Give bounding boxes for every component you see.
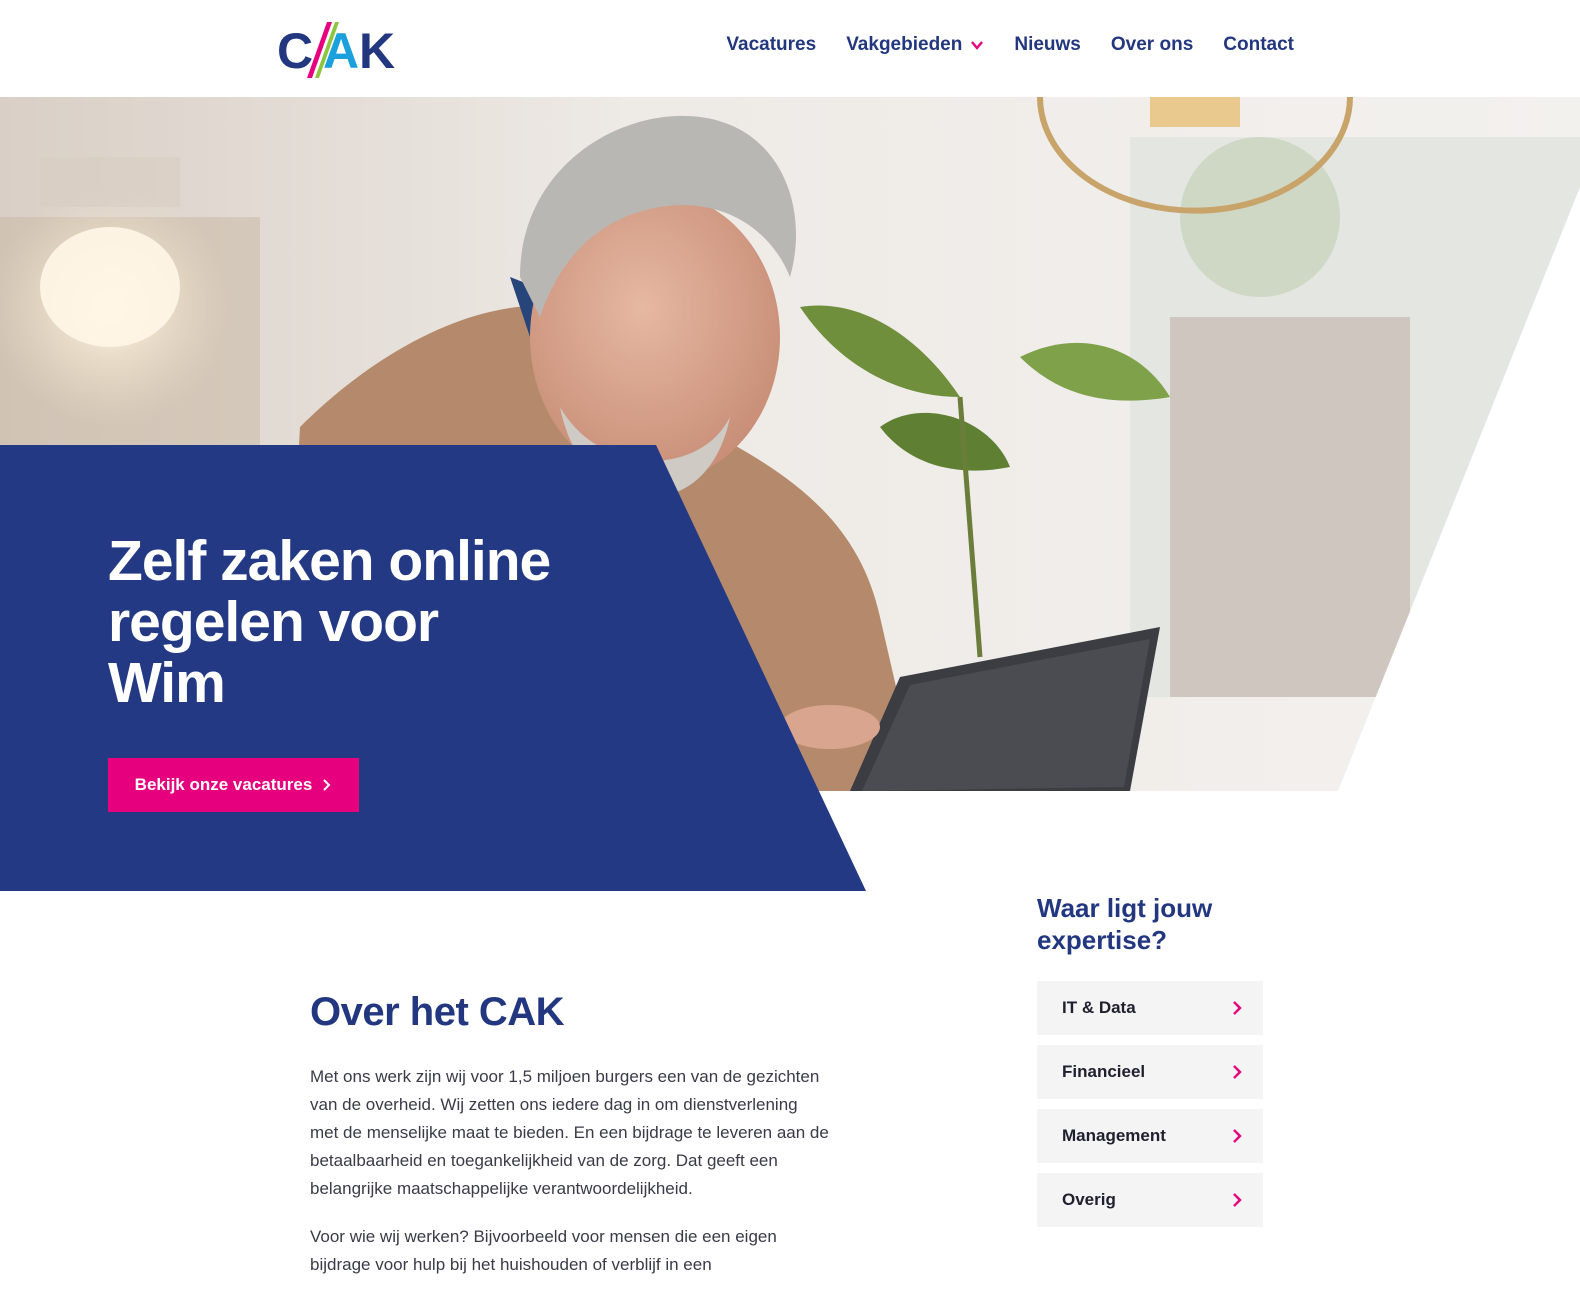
chevron-right-icon: [1233, 1065, 1242, 1079]
nav-item-nieuws[interactable]: Nieuws: [1014, 34, 1081, 56]
hero-section: Zelf zaken online regelen voor Wim Bekij…: [0, 97, 1580, 892]
expertise-label: IT & Data: [1062, 998, 1136, 1017]
expertise-item-overig[interactable]: Overig: [1037, 1173, 1263, 1227]
expertise-panel: Waar ligt jouw expertise? IT & Data Fina…: [1037, 892, 1263, 1237]
cak-logo-mark: C A K: [277, 22, 395, 79]
about-heading: Over het CAK: [310, 990, 565, 1034]
expertise-heading: Waar ligt jouw expertise?: [1037, 893, 1213, 955]
expertise-item-it-data[interactable]: IT & Data: [1037, 981, 1263, 1035]
chevron-right-icon: [1233, 1129, 1242, 1143]
nav-label: Vakgebieden: [846, 34, 963, 55]
about-paragraph: Met ons werk zijn wij voor 1,5 miljoen b…: [310, 1067, 829, 1198]
svg-text:A: A: [323, 23, 359, 79]
site-header: C A K Vacatures Vakgebieden Nieuws Over …: [0, 0, 1580, 97]
svg-text:K: K: [359, 23, 395, 79]
expertise-item-financieel[interactable]: Financieel: [1037, 1045, 1263, 1099]
expertise-label: Management: [1062, 1126, 1166, 1145]
cta-label: Bekijk onze vacatures: [134, 775, 313, 794]
svg-text:C: C: [277, 23, 313, 79]
view-vacancies-button[interactable]: Bekijk onze vacatures: [108, 758, 359, 812]
chevron-down-icon: [971, 41, 984, 50]
chevron-right-icon: [1233, 1193, 1242, 1207]
expertise-item-management[interactable]: Management: [1037, 1109, 1263, 1163]
nav-label: Nieuws: [1014, 34, 1081, 55]
expertise-label: Financieel: [1062, 1062, 1146, 1081]
chevron-right-icon: [1233, 1001, 1242, 1015]
hero-title: Zelf zaken online regelen voor Wim: [108, 529, 551, 715]
nav-item-vacatures[interactable]: Vacatures: [726, 34, 816, 56]
nav-item-over-ons[interactable]: Over ons: [1111, 34, 1193, 56]
main-nav: Vacatures Vakgebieden Nieuws Over ons Co…: [726, 34, 1294, 56]
nav-label: Over ons: [1110, 34, 1194, 55]
nav-item-contact[interactable]: Contact: [1223, 34, 1294, 56]
about-paragraph: Voor wie wij werken? Bijvoorbeeld voor m…: [310, 1227, 777, 1274]
about-section: Over het CAK Met ons werk zijn wij voor …: [310, 990, 830, 1299]
chevron-right-icon: [323, 779, 331, 791]
nav-item-vakgebieden[interactable]: Vakgebieden: [846, 34, 984, 56]
nav-label: Contact: [1223, 34, 1294, 55]
nav-label: Vacatures: [726, 34, 817, 55]
expertise-label: Overig: [1062, 1190, 1116, 1209]
cak-logo[interactable]: C A K: [277, 16, 401, 80]
